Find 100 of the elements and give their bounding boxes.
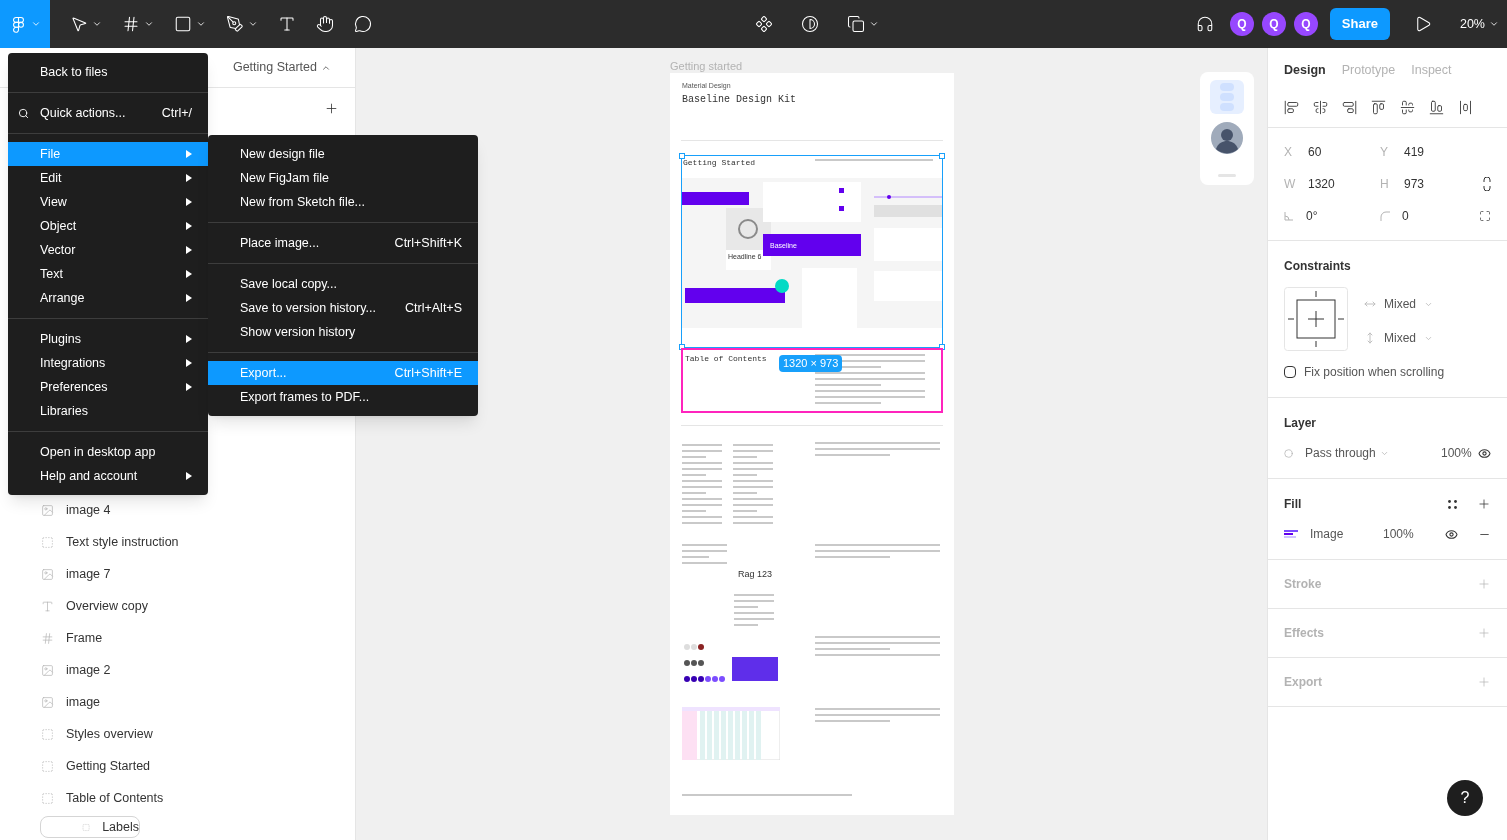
layer-item[interactable]: image 4 xyxy=(0,494,355,526)
image-icon xyxy=(41,567,54,581)
menu-item[interactable]: Plugins xyxy=(8,327,208,351)
color-sample xyxy=(732,657,778,681)
menu-item[interactable]: Export frames to PDF... xyxy=(208,385,478,409)
menu-item[interactable]: Vector xyxy=(8,238,208,262)
layer-item[interactable]: image 7 xyxy=(0,558,355,590)
section-heading: Stroke xyxy=(1284,576,1323,593)
property-field[interactable]: X 60 xyxy=(1284,143,1380,161)
align-right-icon[interactable] xyxy=(1342,100,1357,115)
layer-item[interactable]: Labels xyxy=(40,816,140,838)
menu-item[interactable]: Preferences xyxy=(8,375,208,399)
menu-item[interactable]: New design file xyxy=(208,142,478,166)
chevron-down-icon xyxy=(144,19,154,29)
menu-item[interactable]: Integrations xyxy=(8,351,208,375)
sample-text: Rag 123 xyxy=(738,568,773,581)
blend-dropdown[interactable]: Pass through xyxy=(1305,444,1441,462)
layer-item[interactable]: image 2 xyxy=(0,654,355,686)
menu-item[interactable]: New FigJam file xyxy=(208,166,478,190)
align-middle-icon[interactable] xyxy=(1400,100,1415,115)
shape-tool-icon xyxy=(174,15,192,33)
align-bottom-icon[interactable] xyxy=(1429,100,1444,115)
menu-item[interactable]: Text xyxy=(8,262,208,286)
section-heading: Constraints xyxy=(1284,258,1352,275)
section-title: Table of Contents xyxy=(685,353,767,365)
align-center-icon[interactable] xyxy=(1313,100,1328,115)
property-field[interactable]: 0° xyxy=(1284,207,1380,225)
section-heading: Effects xyxy=(1284,625,1325,642)
visibility-icon[interactable] xyxy=(1445,527,1458,541)
section-heading: Fill xyxy=(1284,496,1303,513)
blurred-text-drawing xyxy=(682,543,727,567)
menu-item[interactable]: Libraries xyxy=(8,399,208,423)
group-icon xyxy=(41,727,54,741)
menu-item[interactable]: Back to files xyxy=(8,60,208,84)
resize-handle[interactable] xyxy=(939,344,945,350)
section-heading: Layer xyxy=(1284,415,1318,432)
layer-item[interactable]: Frame xyxy=(0,622,355,654)
group-icon xyxy=(41,759,54,773)
chevron-down-icon xyxy=(196,19,206,29)
align-left-icon[interactable] xyxy=(1284,100,1299,115)
user-avatar[interactable]: Q xyxy=(1229,12,1254,36)
menu-item[interactable]: Save to version history... Ctrl+Alt+S xyxy=(208,296,478,320)
constraint-dropdown[interactable]: Mixed xyxy=(1364,329,1433,347)
chevron-down-icon xyxy=(248,19,258,29)
distribute-icon[interactable] xyxy=(1458,100,1473,115)
fill-type: Image xyxy=(1310,526,1345,543)
styles-icon[interactable] xyxy=(1448,499,1457,509)
size-badge: 1320 × 973 xyxy=(779,355,843,372)
menu-item[interactable]: Place image... Ctrl+Shift+K xyxy=(208,231,478,255)
image-fill-swatch xyxy=(1284,530,1298,538)
blend-icon xyxy=(1284,448,1293,458)
property-field[interactable]: W 1320 xyxy=(1284,175,1380,193)
chevron-down-icon xyxy=(1489,19,1499,29)
menu-item[interactable]: Quick actions... Ctrl+/ xyxy=(8,101,208,125)
property-field[interactable]: 0 xyxy=(1380,207,1476,225)
menu-item[interactable]: Open in desktop app xyxy=(8,440,208,464)
help-button[interactable]: ? xyxy=(1447,780,1483,816)
avatar-icon xyxy=(1211,122,1243,154)
constraint-dropdown[interactable]: Mixed xyxy=(1364,295,1433,313)
section-heading: Export xyxy=(1284,674,1323,691)
layer-item[interactable]: Styles overview xyxy=(0,718,355,750)
menu-item[interactable]: Help and account xyxy=(8,464,208,488)
menu-item[interactable]: Save local copy... xyxy=(208,272,478,296)
layer-item[interactable]: Overview copy xyxy=(0,590,355,622)
chevron-down-icon xyxy=(92,19,102,29)
resize-handle[interactable] xyxy=(939,153,945,159)
align-top-icon[interactable] xyxy=(1371,100,1386,115)
resize-icon[interactable] xyxy=(1479,210,1491,222)
layer-item[interactable]: image xyxy=(0,686,355,718)
property-field[interactable]: H 973 xyxy=(1380,175,1476,193)
menu-item[interactable]: View xyxy=(8,190,208,214)
resize-handle[interactable] xyxy=(679,153,685,159)
chevron-down-icon xyxy=(869,19,879,29)
checkbox-label: Fix position when scrolling xyxy=(1304,364,1445,381)
page-selector[interactable]: Getting Started xyxy=(232,58,331,77)
text-icon xyxy=(41,599,54,613)
zoom-dropdown[interactable]: 20% xyxy=(1459,14,1499,34)
menu-item[interactable]: New from Sketch file... xyxy=(208,190,478,214)
menu-item[interactable]: Show version history xyxy=(208,320,478,344)
checkbox[interactable] xyxy=(1284,366,1296,378)
group-icon xyxy=(41,535,54,549)
layer-item[interactable]: Table of Contents xyxy=(0,782,355,814)
user-avatar[interactable]: Q xyxy=(1293,12,1318,36)
chevron-down-icon xyxy=(30,19,41,29)
panel-tab[interactable]: Design xyxy=(1284,60,1326,80)
add-page-icon[interactable] xyxy=(324,100,339,116)
layer-item[interactable]: Text style instruction xyxy=(0,526,355,558)
group-icon xyxy=(41,791,54,805)
resize-handle[interactable] xyxy=(679,344,685,350)
property-field[interactable]: Y 419 xyxy=(1380,143,1476,161)
menu-item[interactable]: Arrange xyxy=(8,286,208,310)
menu-item[interactable]: Object xyxy=(8,214,208,238)
constraint-widget[interactable] xyxy=(1284,287,1348,351)
search-icon xyxy=(18,107,29,119)
layer-item[interactable]: Getting Started xyxy=(0,750,355,782)
visibility-icon[interactable] xyxy=(1478,446,1491,460)
constrain-proportions-icon[interactable] xyxy=(1483,177,1491,191)
frame-icon xyxy=(41,631,54,645)
user-avatar[interactable]: Q xyxy=(1261,12,1286,36)
menu-item[interactable]: Edit xyxy=(8,166,208,190)
